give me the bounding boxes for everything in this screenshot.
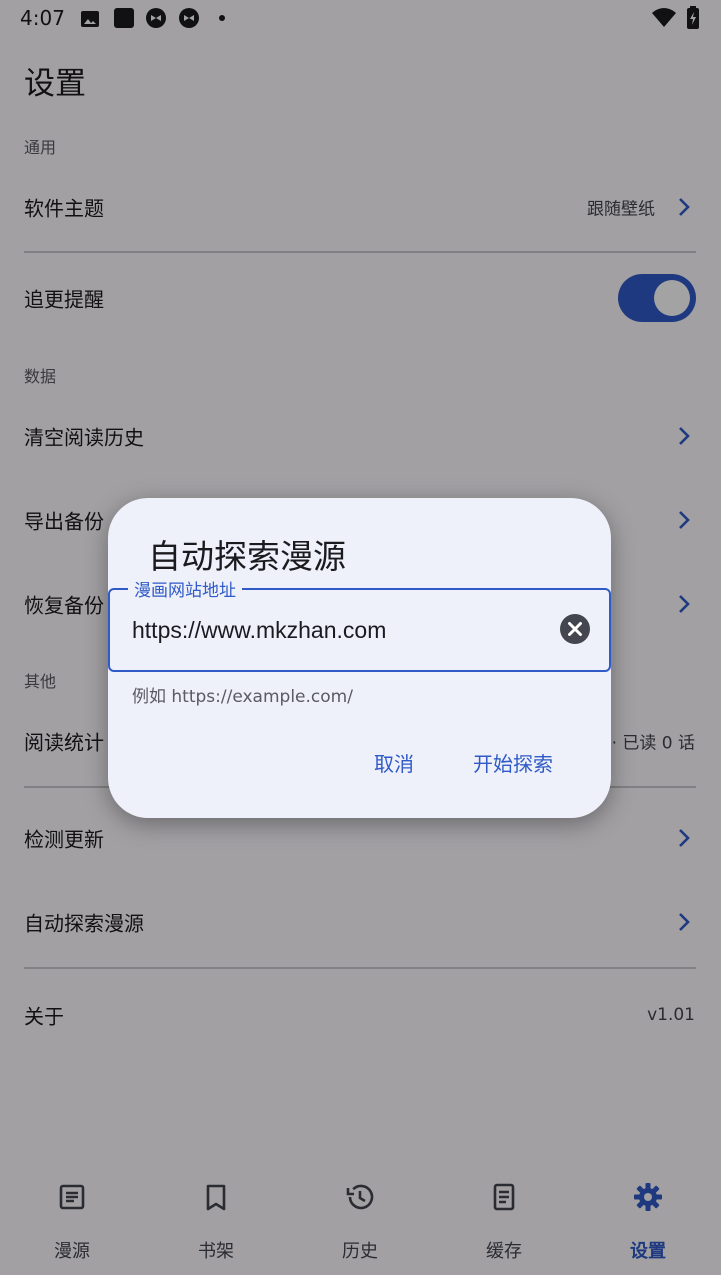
cancel-button[interactable]: 取消 — [374, 748, 414, 777]
start-discover-button[interactable]: 开始探索 — [473, 748, 553, 777]
auto-discover-dialog: 自动探索漫源 漫画网站地址 例如 https://example.com/ 取消… — [108, 498, 611, 818]
site-url-input[interactable] — [132, 612, 552, 648]
dialog-title: 自动探索漫源 — [148, 537, 346, 576]
clear-icon[interactable] — [559, 613, 591, 645]
field-label: 漫画网站地址 — [128, 576, 242, 601]
helper-text: 例如 https://example.com/ — [132, 687, 353, 707]
site-url-field[interactable]: 漫画网站地址 — [108, 576, 611, 672]
